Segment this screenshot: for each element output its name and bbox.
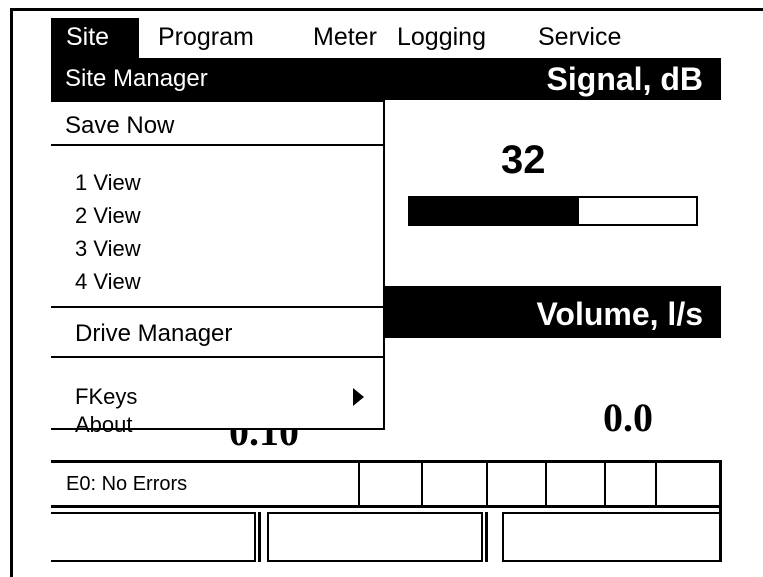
status-cell	[655, 463, 657, 505]
frame-left-border	[10, 8, 13, 577]
menu-item-save-now[interactable]: Save Now	[65, 112, 174, 140]
menu-item-fkeys[interactable]: FKeys	[75, 386, 137, 408]
signal-bar-fill	[410, 198, 579, 224]
function-key-separator	[485, 512, 488, 562]
frame-right-border	[719, 460, 722, 562]
menu-item-drive-manager[interactable]: Drive Manager	[75, 320, 232, 348]
menu-service[interactable]: Service	[538, 18, 621, 58]
menu-divider	[51, 356, 383, 358]
frame-top-border	[10, 8, 763, 11]
function-key-1[interactable]	[51, 512, 256, 562]
function-key-3[interactable]	[502, 512, 721, 562]
function-key-2[interactable]	[267, 512, 483, 562]
menu-divider	[51, 306, 383, 308]
status-cell	[545, 463, 547, 505]
menu-item-4-view[interactable]: 4 View	[75, 271, 141, 293]
volume-value: 0.0	[603, 395, 653, 440]
menu-item-about[interactable]: About	[75, 414, 133, 436]
status-cell	[358, 463, 360, 505]
meter-screen: Site Program Meter Logging Service Site …	[51, 18, 722, 562]
signal-bar	[408, 196, 698, 226]
menu-site[interactable]: Site	[51, 18, 139, 58]
status-cell	[604, 463, 606, 505]
volume-title: Volume, l/s	[536, 296, 703, 332]
signal-value: 32	[501, 138, 546, 182]
menu-item-2-view[interactable]: 2 View	[75, 205, 141, 227]
site-header-bar: Site Manager Signal, dB	[51, 58, 721, 100]
status-row: E0: No Errors	[51, 460, 721, 508]
menu-bar: Site Program Meter Logging Service	[51, 18, 721, 58]
site-dropdown-menu: Save Now 1 View 2 View 3 View 4 View Dri…	[51, 100, 385, 436]
submenu-arrow-icon	[353, 388, 364, 406]
menu-meter[interactable]: Meter	[313, 18, 377, 58]
status-cell	[421, 463, 423, 505]
menu-logging[interactable]: Logging	[397, 18, 486, 58]
site-manager-label[interactable]: Site Manager	[65, 58, 208, 100]
signal-title: Signal, dB	[546, 61, 703, 97]
menu-program[interactable]: Program	[158, 18, 254, 58]
menu-item-3-view[interactable]: 3 View	[75, 238, 141, 260]
function-key-separator	[258, 512, 261, 562]
menu-item-1-view[interactable]: 1 View	[75, 172, 141, 194]
status-text: E0: No Errors	[66, 473, 188, 495]
menu-divider	[51, 144, 383, 146]
status-cell	[486, 463, 488, 505]
